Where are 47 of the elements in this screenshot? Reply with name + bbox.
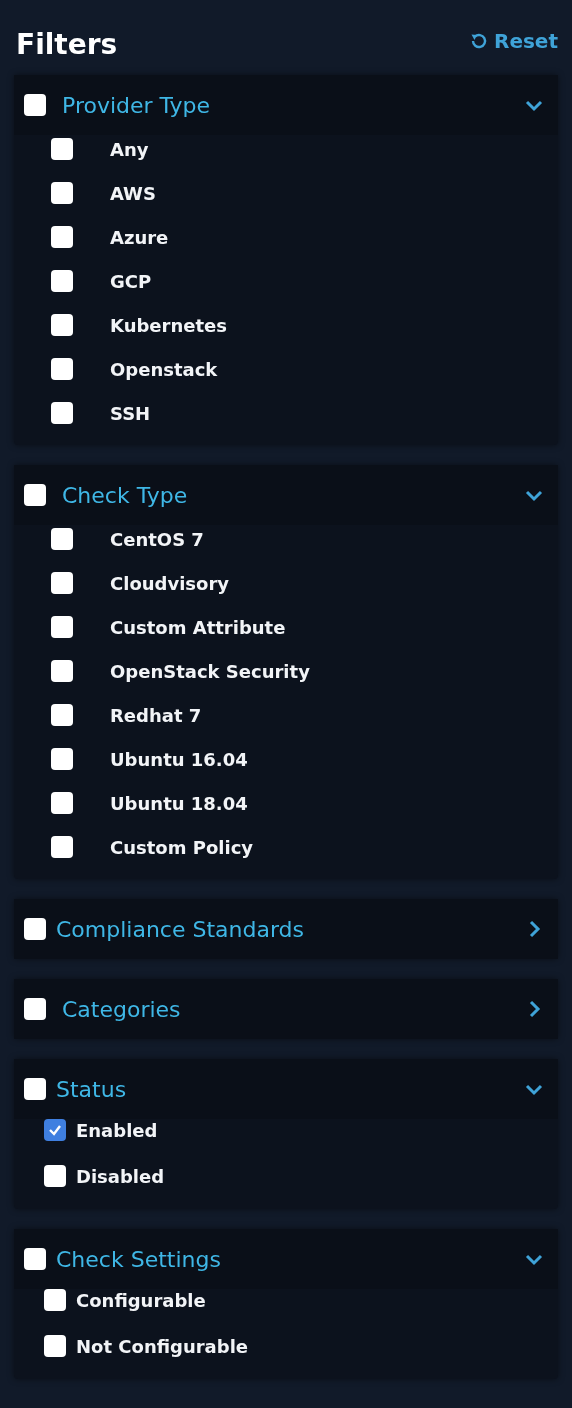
option-label: Not Configurable [76,1335,249,1357]
option-label: CentOS 7 [110,528,204,550]
checkbox[interactable] [24,484,46,506]
option-label: Azure [110,226,169,248]
option-label: Any [110,138,149,160]
option-label: Ubuntu 18.04 [110,792,248,814]
checkbox[interactable] [51,528,73,550]
option-label: Openstack [110,358,218,380]
checkbox[interactable] [51,572,73,594]
checkbox[interactable] [44,1335,66,1357]
option-label: SSH [110,402,151,424]
checkbox[interactable] [51,836,73,858]
option-label: Enabled [76,1119,158,1141]
checkbox[interactable] [51,402,73,424]
checkbox[interactable] [51,616,73,638]
checkbox[interactable] [51,792,73,814]
option-label: Custom Policy [110,836,254,858]
checkbox[interactable] [44,1119,66,1141]
checkbox[interactable] [51,270,73,292]
checkbox[interactable] [44,1289,66,1311]
option-label: GCP [110,270,152,292]
option-label: AWS [110,182,156,204]
checkbox[interactable] [51,748,73,770]
reset-link[interactable]: Reset [470,28,558,53]
checkbox[interactable] [24,1078,46,1100]
checkbox[interactable] [24,918,46,940]
checkbox[interactable] [51,182,73,204]
checkbox[interactable] [51,704,73,726]
option-label: Disabled [76,1165,165,1187]
checkbox[interactable] [24,94,46,116]
checkbox[interactable] [24,998,46,1020]
reset-icon [470,31,488,50]
checkbox[interactable] [51,660,73,682]
option-label: Redhat 7 [110,704,202,726]
checkbox[interactable] [51,138,73,160]
checkbox[interactable] [51,314,73,336]
option-label: Cloudvisory [110,572,230,594]
checkbox[interactable] [51,358,73,380]
option-label: Custom Attribute [110,616,286,638]
checkbox[interactable] [51,226,73,248]
option-label: OpenStack Security [110,660,310,682]
option-label: Kubernetes [110,314,227,336]
checkbox[interactable] [44,1165,66,1187]
option-label: Configurable [76,1289,206,1311]
option-label: Ubuntu 16.04 [110,748,248,770]
checkbox[interactable] [24,1248,46,1270]
filters-title: Filters [16,28,118,61]
